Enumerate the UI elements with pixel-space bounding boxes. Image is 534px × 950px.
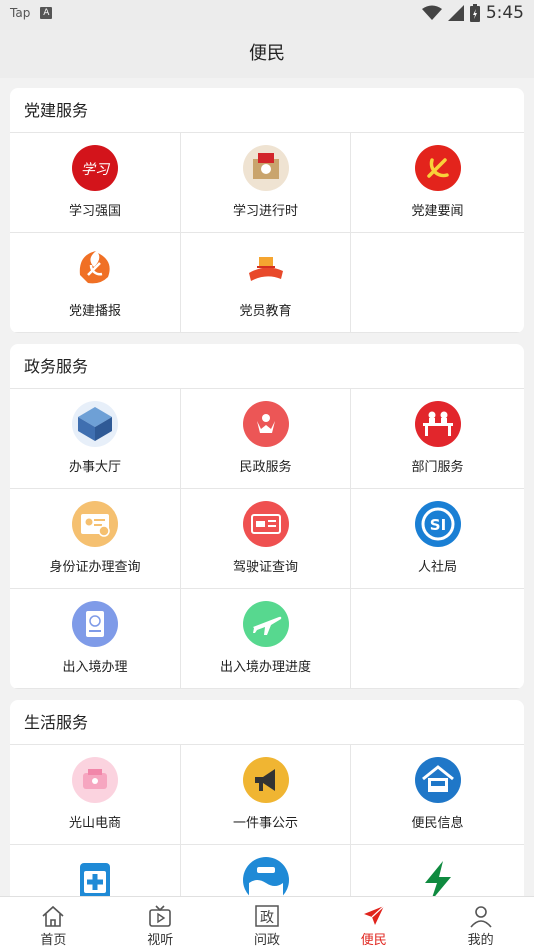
paper-plane-icon (363, 905, 385, 925)
tab-label: 我的 (467, 933, 494, 948)
page-header: 便民 (0, 30, 534, 78)
house-info-icon (414, 757, 461, 803)
wifi-icon (421, 5, 442, 20)
service-item[interactable]: SI 人社局 (351, 489, 524, 589)
service-label: 民政服务 (239, 460, 292, 475)
status-badge: A (40, 7, 53, 19)
section-life-services: 生活服务 光山电商 一件事公示 便民信息 (10, 700, 524, 896)
status-app-name: Tap (10, 6, 31, 20)
service-label: 出入境办理进度 (219, 660, 311, 675)
service-item[interactable]: 党员教育 (181, 233, 351, 333)
service-label: 党建播报 (68, 304, 121, 319)
id-card-icon (72, 501, 118, 547)
party-emblem-icon (414, 145, 461, 191)
section-government-services: 政务服务 办事大厅 民政服务 部门服务 身份证办理查询 驾驶证查询 SI 人社局… (10, 344, 524, 689)
service-item[interactable]: 民政服务 (181, 389, 351, 489)
service-label: 部门服务 (411, 460, 464, 475)
service-hall-icon (72, 401, 118, 447)
service-label: 党建要闻 (411, 204, 464, 219)
section-party-building: 党建服务 学习 学习强国 学习进行时 党建要闻 党建播报 党员教育 (10, 88, 524, 333)
tab-label: 问政 (253, 933, 280, 948)
lightning-icon (414, 857, 461, 896)
tab-label: 视听 (147, 933, 174, 948)
party-education-icon (242, 245, 289, 291)
page-title: 便民 (249, 43, 285, 64)
tab-home[interactable]: 首页 (0, 897, 107, 950)
home-icon (42, 905, 64, 927)
service-item[interactable]: 部门服务 (351, 389, 524, 489)
service-item[interactable] (351, 845, 524, 896)
tab-mine[interactable]: 我的 (427, 897, 534, 950)
empty-cell (351, 233, 524, 333)
service-label: 学习进行时 (232, 204, 298, 219)
airplane-icon (242, 601, 289, 647)
svg-text:SI: SI (429, 516, 445, 534)
bottom-tab-bar: 首页 视听 政 问政 便民 我的 (0, 896, 534, 950)
section-title: 政务服务 (10, 344, 524, 389)
signal-icon (447, 5, 464, 21)
status-bar: Tap A 5:45 (0, 0, 534, 30)
service-item[interactable]: 光山电商 (10, 745, 181, 845)
service-item[interactable]: 一件事公示 (181, 745, 351, 845)
empty-cell (351, 589, 524, 689)
service-item[interactable]: 身份证办理查询 (10, 489, 181, 589)
service-label: 一件事公示 (232, 816, 298, 831)
service-item[interactable]: 出入境办理进度 (181, 589, 351, 689)
user-icon (469, 906, 492, 928)
service-label: 出入境办理 (62, 660, 128, 675)
department-service-icon (414, 401, 461, 447)
battery-icon (469, 4, 480, 22)
status-time: 5:45 (485, 3, 524, 23)
megaphone-icon (242, 757, 289, 803)
service-label: 人社局 (417, 560, 457, 575)
service-label: 便民信息 (411, 816, 464, 831)
service-item[interactable]: 办事大厅 (10, 389, 181, 489)
service-label: 党员教育 (239, 304, 292, 319)
tv-play-icon (149, 905, 171, 927)
service-item[interactable]: 党建播报 (10, 233, 181, 333)
passport-icon (72, 601, 118, 647)
service-label: 学习强国 (68, 204, 121, 219)
driver-license-icon (242, 501, 289, 547)
svg-text:政: 政 (260, 910, 274, 926)
service-item[interactable]: 便民信息 (351, 745, 524, 845)
ecommerce-icon (72, 757, 118, 803)
xuexi-jinxingshi-icon (242, 145, 289, 191)
service-label: 驾驶证查询 (232, 560, 298, 575)
section-title: 党建服务 (10, 88, 524, 133)
tab-politics[interactable]: 政 问政 (214, 897, 321, 950)
social-security-icon: SI (414, 501, 461, 547)
service-label: 光山电商 (68, 816, 121, 831)
tab-media[interactable]: 视听 (107, 897, 214, 950)
party-broadcast-icon (72, 245, 118, 291)
medical-icon (72, 857, 118, 896)
service-label: 办事大厅 (68, 460, 121, 475)
tab-label: 便民 (360, 933, 387, 948)
service-item[interactable]: 党建要闻 (351, 133, 524, 233)
tab-convenience[interactable]: 便民 (320, 897, 427, 950)
water-icon (242, 857, 289, 896)
svg-text:学习: 学习 (81, 162, 111, 178)
service-item[interactable]: 学习 学习强国 (10, 133, 181, 233)
tab-label: 首页 (40, 933, 67, 948)
service-item[interactable] (181, 845, 351, 896)
service-item[interactable] (10, 845, 181, 896)
civil-affairs-icon (242, 401, 289, 447)
service-item[interactable]: 驾驶证查询 (181, 489, 351, 589)
service-label: 身份证办理查询 (49, 560, 141, 575)
xuexi-qiangguo-icon: 学习 (72, 145, 118, 191)
service-item[interactable]: 出入境办理 (10, 589, 181, 689)
zheng-box-icon: 政 (255, 905, 279, 927)
content-scroll[interactable]: 党建服务 学习 学习强国 学习进行时 党建要闻 党建播报 党员教育 政务服务 办… (0, 78, 534, 896)
service-item[interactable]: 学习进行时 (181, 133, 351, 233)
section-title: 生活服务 (10, 700, 524, 745)
